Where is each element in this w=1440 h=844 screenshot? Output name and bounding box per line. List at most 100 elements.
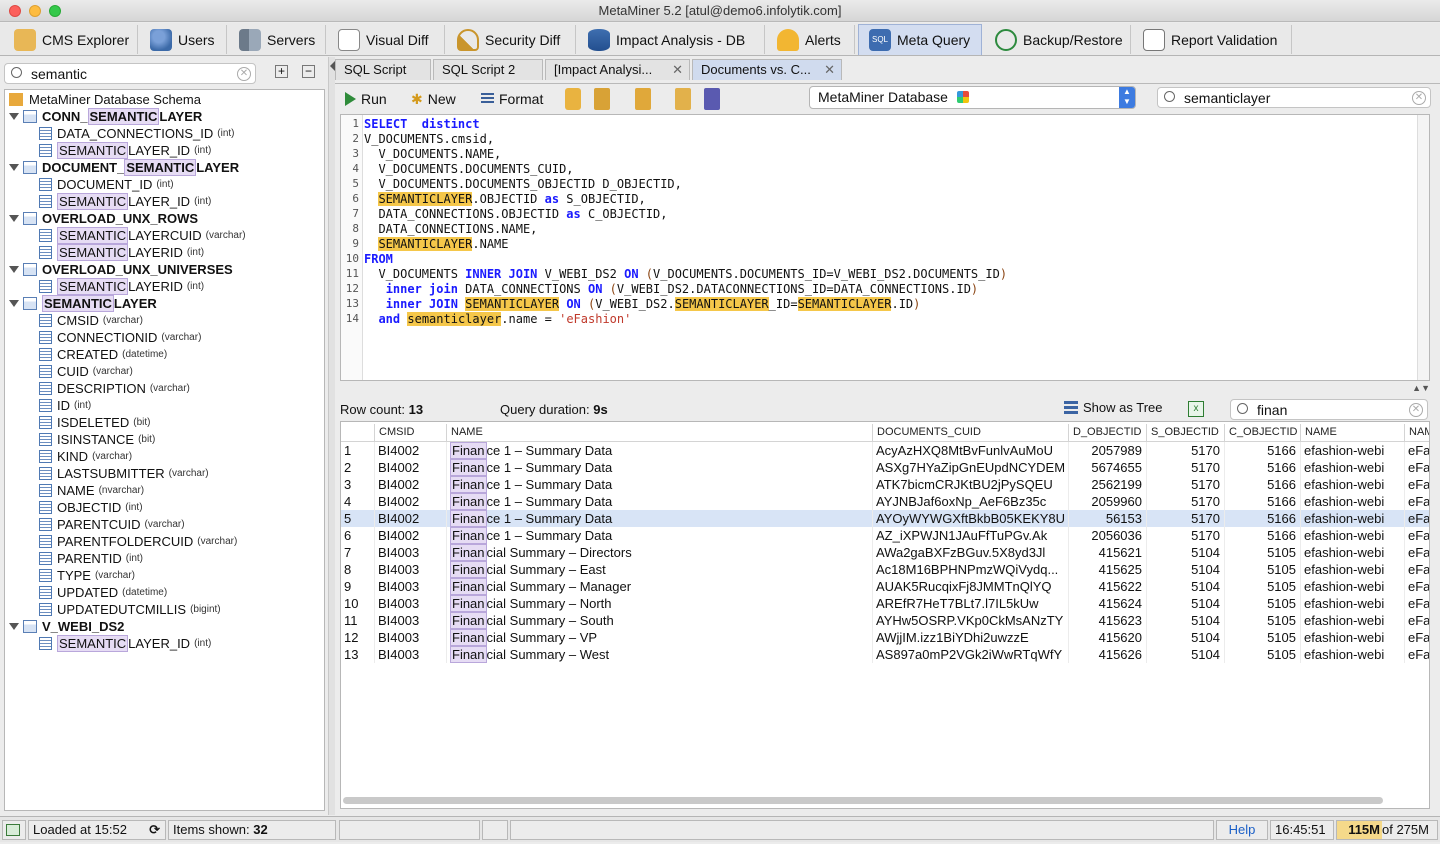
splitter-arrows-icon[interactable]: ▲▼	[1412, 383, 1430, 393]
tab-servers[interactable]: Servers	[229, 25, 326, 54]
sql-search-input[interactable]: semanticlayer ✕	[1157, 87, 1431, 108]
database-select[interactable]: MetaMiner Database ▲ ▼	[809, 86, 1136, 109]
show-as-tree-button[interactable]: Show as Tree	[1064, 400, 1163, 415]
new-button[interactable]: ✱ New	[411, 88, 456, 110]
table-row[interactable]: 3 BI4002 Finan ce 1 – Summary Data ATK7bicmC…	[341, 476, 1429, 493]
expand-triangle-icon[interactable]	[9, 113, 19, 120]
column-header[interactable]: CMSID	[375, 424, 447, 441]
tab-meta-query[interactable]: SQL Meta Query	[858, 24, 982, 55]
tree-table-node[interactable]: OVERLOAD_UNX_ROWS	[9, 210, 198, 227]
refresh-icon[interactable]	[565, 88, 581, 110]
save-icon[interactable]	[704, 88, 720, 110]
expand-all-icon[interactable]: +	[275, 65, 288, 78]
schema-tree[interactable]: MetaMiner Database Schema CONN_ SEMANTIC L…	[4, 89, 325, 811]
table-row[interactable]: 8 BI4003 Finan cial Summary – East Ac18M16BP…	[341, 561, 1429, 578]
code-line[interactable]: V_DOCUMENTS.NAME,	[364, 147, 501, 162]
table-row[interactable]: 11 BI4003 Finan cial Summary – South AYHw5OS…	[341, 612, 1429, 629]
table-row[interactable]: 7 BI4003 Finan cial Summary – Directors AWa2…	[341, 544, 1429, 561]
column-header[interactable]: NAME	[447, 424, 873, 441]
expand-triangle-icon[interactable]	[9, 266, 19, 273]
table-row[interactable]: 10 BI4003 Finan cial Summary – North AREfR7H…	[341, 595, 1429, 612]
panel-splitter[interactable]	[328, 57, 335, 815]
tree-column-node[interactable]: SEMANTIC LAYERCUID (varchar)	[39, 227, 246, 244]
tree-table-node[interactable]: CONN_ SEMANTIC LAYER	[9, 108, 202, 125]
table-row[interactable]: 1 BI4002 Finan ce 1 – Summary Data AcyAzHXQ8…	[341, 442, 1429, 459]
tree-column-node[interactable]: PARENTCUID (varchar)	[39, 516, 185, 533]
code-line[interactable]: V_DOCUMENTS.DOCUMENTS_CUID,	[364, 162, 573, 177]
close-tab-icon[interactable]: ✕	[824, 60, 835, 80]
minimize-window-button[interactable]	[29, 5, 41, 17]
open-file-icon[interactable]	[594, 88, 610, 110]
horizontal-scrollbar[interactable]	[343, 797, 1383, 804]
tree-column-node[interactable]: SEMANTIC LAYER_ID (int)	[39, 142, 211, 159]
results-grid[interactable]: CMSID NAME DOCUMENTS_CUID D_OBJECTID S_OBJEC…	[340, 421, 1430, 809]
tab-security-diff[interactable]: Security Diff	[447, 25, 576, 54]
zoom-window-button[interactable]	[49, 5, 61, 17]
tab-visual-diff[interactable]: Visual Diff	[328, 25, 445, 54]
code-line[interactable]: SELECT distinct	[364, 117, 480, 132]
tree-column-node[interactable]: DATA_CONNECTIONS_ID (int)	[39, 125, 235, 142]
column-header[interactable]: NAM	[1405, 424, 1429, 441]
tree-column-node[interactable]: SEMANTIC LAYERID (int)	[39, 244, 204, 261]
tree-column-node[interactable]: LASTSUBMITTER (varchar)	[39, 465, 209, 482]
column-header[interactable]: S_OBJECTID	[1147, 424, 1225, 441]
tree-table-node[interactable]: V_WEBI_DS2	[9, 618, 124, 635]
table-row[interactable]: 4 BI4002 Finan ce 1 – Summary Data AYJNBJaf6…	[341, 493, 1429, 510]
result-filter-input[interactable]: finan ✕	[1230, 399, 1428, 420]
tree-column-node[interactable]: ID (int)	[39, 397, 91, 414]
code-line[interactable]: inner join DATA_CONNECTIONS ON (V_WEBI_D…	[364, 282, 978, 297]
tab-users[interactable]: Users	[140, 25, 227, 54]
tab-impact-analysis-db[interactable]: Impact Analysis - DB	[578, 25, 765, 54]
editor-tab-sql-script[interactable]: SQL Script	[335, 59, 431, 80]
table-row[interactable]: 12 BI4003 Finan cial Summary – VP AWjjIM.izz…	[341, 629, 1429, 646]
export-icon[interactable]	[635, 88, 651, 110]
tree-column-node[interactable]: UPDATED (datetime)	[39, 584, 167, 601]
refresh-icon[interactable]: ⟳	[149, 821, 160, 839]
expand-triangle-icon[interactable]	[9, 164, 19, 171]
tab-cms-explorer[interactable]: CMS Explorer	[4, 25, 138, 54]
format-button[interactable]: Format	[481, 88, 543, 110]
editor-tab-documents-vs-c[interactable]: Documents vs. C... ✕	[692, 59, 842, 80]
expand-triangle-icon[interactable]	[9, 215, 19, 222]
tree-table-node[interactable]: OVERLOAD_UNX_UNIVERSES	[9, 261, 233, 278]
help-link[interactable]: Help	[1216, 820, 1268, 840]
run-button[interactable]: Run	[345, 88, 387, 110]
tree-root[interactable]: MetaMiner Database Schema	[9, 91, 201, 108]
collapse-all-icon[interactable]: −	[302, 65, 315, 78]
clear-search-icon[interactable]: ✕	[1412, 91, 1426, 105]
close-window-button[interactable]	[9, 5, 21, 17]
tree-column-node[interactable]: CMSID (varchar)	[39, 312, 143, 329]
excel-export-icon[interactable]: x	[1188, 401, 1204, 417]
expand-triangle-icon[interactable]	[9, 300, 19, 307]
tree-column-node[interactable]: OBJECTID (int)	[39, 499, 143, 516]
tree-table-node[interactable]: SEMANTIC LAYER	[9, 295, 157, 312]
tree-column-node[interactable]: SEMANTIC LAYER_ID (int)	[39, 635, 211, 652]
tree-column-node[interactable]: CREATED (datetime)	[39, 346, 167, 363]
table-row[interactable]: 13 BI4003 Finan cial Summary – West AS897a0m…	[341, 646, 1429, 663]
close-tab-icon[interactable]: ✕	[672, 60, 683, 80]
clear-filter-icon[interactable]: ✕	[1409, 403, 1423, 417]
sql-editor[interactable]: 1 2 3 4 5 6 7 8 9 10 11 12 13 14 SELECT distinct V_DOC…	[340, 114, 1430, 381]
tree-column-node[interactable]: NAME (nvarchar)	[39, 482, 144, 499]
code-line[interactable]: FROM	[364, 252, 393, 267]
tree-table-node[interactable]: DOCUMENT_ SEMANTIC LAYER	[9, 159, 239, 176]
expand-triangle-icon[interactable]	[9, 623, 19, 630]
table-row[interactable]: 2 BI4002 Finan ce 1 – Summary Data ASXg7HYaZ…	[341, 459, 1429, 476]
table-row[interactable]: 6 BI4002 Finan ce 1 – Summary Data AZ_iXPWJN…	[341, 527, 1429, 544]
clear-search-icon[interactable]: ✕	[237, 67, 251, 81]
code-line[interactable]: SEMANTICLAYER.NAME	[364, 237, 509, 252]
tree-column-node[interactable]: TYPE (varchar)	[39, 567, 135, 584]
editor-scrollbar[interactable]	[1417, 115, 1429, 380]
folder-icon[interactable]	[675, 88, 691, 110]
tab-alerts[interactable]: Alerts	[767, 25, 855, 54]
tree-column-node[interactable]: SEMANTIC LAYER_ID (int)	[39, 193, 211, 210]
code-line[interactable]: inner JOIN SEMANTICLAYER ON (V_WEBI_DS2.…	[364, 297, 920, 312]
column-header[interactable]: D_OBJECTID	[1069, 424, 1147, 441]
tree-column-node[interactable]: UPDATEDUTCMILLIS (bigint)	[39, 601, 221, 618]
tree-column-node[interactable]: ISDELETED (bit)	[39, 414, 150, 431]
code-line[interactable]: DATA_CONNECTIONS.OBJECTID as C_OBJECTID,	[364, 207, 667, 222]
tree-column-node[interactable]: CUID (varchar)	[39, 363, 133, 380]
column-header[interactable]: DOCUMENTS_CUID	[873, 424, 1069, 441]
tree-column-node[interactable]: CONNECTIONID (varchar)	[39, 329, 201, 346]
tree-column-node[interactable]: DOCUMENT_ID (int)	[39, 176, 174, 193]
